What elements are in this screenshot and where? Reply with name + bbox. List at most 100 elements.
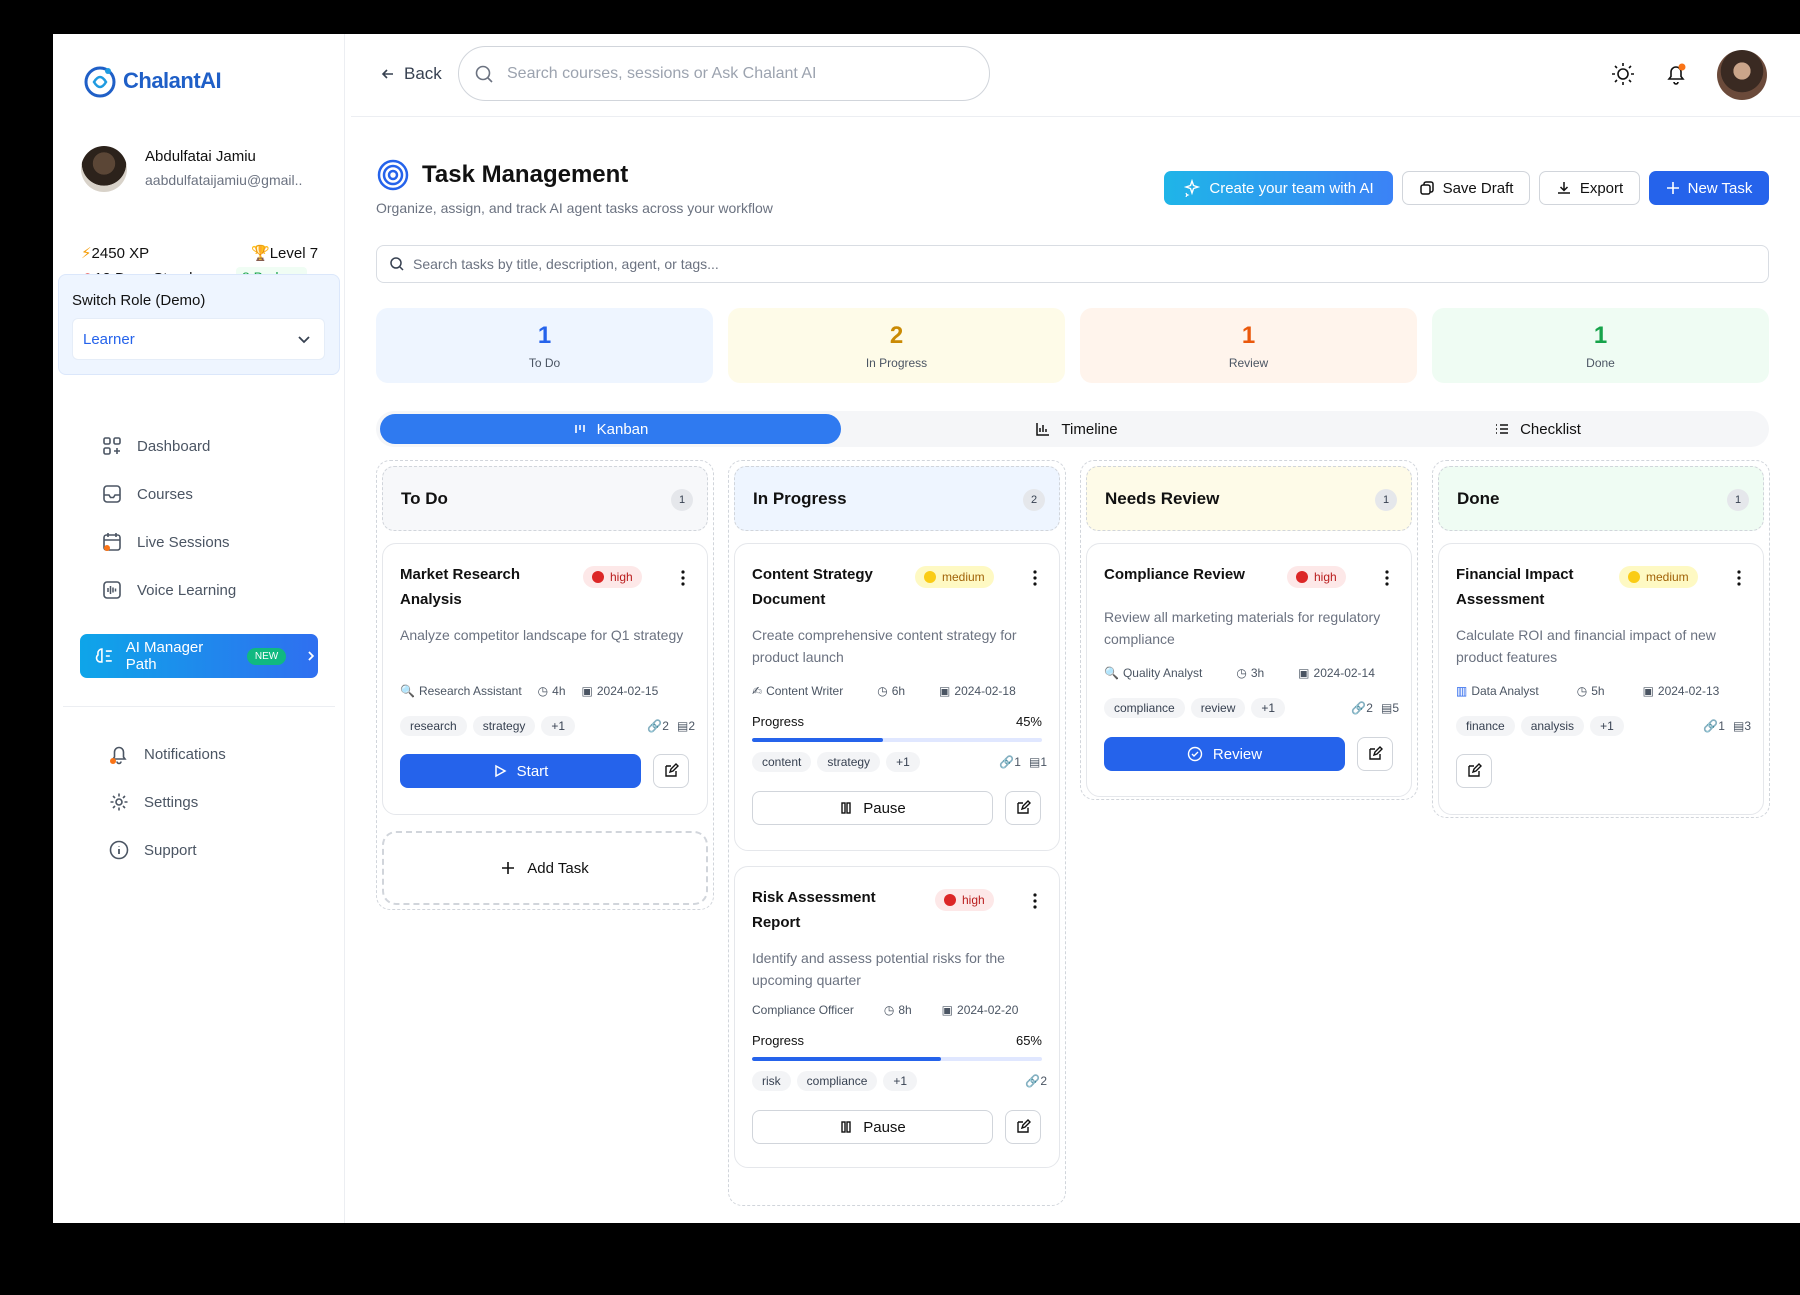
tag-more[interactable]: +1 [541,716,576,736]
edit-button[interactable] [653,754,689,788]
edit-button[interactable] [1357,737,1393,771]
edit-button[interactable] [1456,754,1492,788]
sidebar-item-notifications[interactable]: Notifications [83,734,333,774]
sidebar-item-courses[interactable]: Courses [83,474,333,514]
column-count: 2 [1023,489,1045,511]
new-task-button[interactable]: New Task [1649,171,1769,205]
pen-icon: ✍ [752,684,763,698]
tab-timeline[interactable]: Timeline [846,414,1307,444]
more-vertical-icon[interactable] [681,570,685,586]
copy-icon [1419,181,1434,195]
sidebar-item-voice-learning[interactable]: Voice Learning [83,570,333,610]
export-button[interactable]: Export [1539,171,1640,205]
task-duration: ◷ 8h [884,1003,912,1017]
task-card-risk-assessment[interactable]: Risk Assessment Report high Identify and… [734,866,1060,1168]
more-vertical-icon[interactable] [1033,570,1037,586]
start-button[interactable]: Start [400,754,641,788]
sidebar-item-label: AI Manager Path [125,639,204,673]
tag[interactable]: content [752,752,812,772]
task-date: ▣ 2024-02-15 [582,684,659,698]
more-vertical-icon[interactable] [1033,893,1037,909]
tag[interactable]: finance [1456,716,1515,736]
file-icon: ▤ [676,719,689,733]
tag[interactable]: compliance [796,1071,878,1091]
tag[interactable]: analysis [1520,716,1585,736]
search-icon [390,257,404,271]
save-draft-button[interactable]: Save Draft [1402,171,1530,205]
tab-checklist[interactable]: Checklist [1307,414,1768,444]
sidebar-item-support[interactable]: Support [83,830,333,870]
tag[interactable]: review [1190,698,1246,718]
page-header: Task Management [376,158,628,192]
pause-icon [841,802,851,814]
global-search-input[interactable]: Search courses, sessions or Ask Chalant … [458,46,990,101]
tag[interactable]: compliance [1104,698,1185,718]
date-label: 2024-02-13 [1657,684,1720,698]
sidebar-item-dashboard[interactable]: Dashboard [83,426,333,466]
task-meta: 🔍 Research Assistant ◷ 4h ▣ 2024-02-15 [400,684,695,698]
task-card-financial-impact[interactable]: Financial Impact Assessment medium Calcu… [1438,543,1764,815]
grid-icon [103,437,121,455]
tag-more[interactable]: +1 [1590,716,1624,736]
add-task-button[interactable]: Add Task [382,831,708,905]
progress-label: Progress [752,714,805,729]
agent-label: Research Assistant [418,684,522,698]
link-icon: 🔗 [1703,719,1719,733]
back-button[interactable]: Back [380,64,442,84]
task-title: Risk Assessment Report [752,889,876,931]
task-agent: 🔍 Research Assistant [400,684,522,698]
sidebar-divider [63,706,335,707]
tag[interactable]: risk [752,1071,791,1091]
task-card-compliance-review[interactable]: Compliance Review high Review all market… [1086,543,1412,797]
priority-badge: medium [915,566,994,588]
task-agent: ▥ Data Analyst [1456,684,1539,698]
level-stat: 🏆Level 7 [251,244,318,262]
column-title: To Do [401,488,448,508]
edit-button[interactable] [1005,1110,1041,1144]
review-label: Review [1212,745,1263,763]
priority-label: high [610,570,633,584]
review-button[interactable]: Review [1104,737,1345,771]
tab-kanban[interactable]: Kanban [380,414,841,444]
progress-value: 65% [1015,1033,1042,1048]
task-title: Market Research Analysis [400,566,521,608]
edit-button[interactable] [1005,791,1041,825]
gear-icon [110,793,128,811]
column-count: 1 [671,489,693,511]
priority-badge: high [1287,566,1346,588]
tag-more[interactable]: +1 [1251,698,1286,718]
create-team-ai-button[interactable]: Create your team with AI [1164,171,1393,205]
task-date: ▣ 2024-02-20 [942,1003,1019,1017]
task-meta: ▥ Data Analyst ◷ 5h ▣ 2024-02-13 [1456,684,1751,698]
sidebar-item-label: Courses [137,485,193,503]
column-title: Needs Review [1105,488,1220,508]
notification-bell-icon[interactable] [1663,61,1689,87]
avatar[interactable] [81,146,127,192]
tag[interactable]: strategy [817,752,881,772]
sidebar-item-ai-manager-path[interactable]: AI Manager Path NEW [80,634,318,678]
sidebar-item-live-sessions[interactable]: Live Sessions [83,522,333,562]
user-avatar[interactable] [1717,50,1767,100]
role-select[interactable]: Learner [72,318,325,360]
tag[interactable]: research [400,716,467,736]
task-date: ▣ 2024-02-14 [1298,666,1375,680]
tag-more[interactable]: +1 [883,1071,918,1091]
tag[interactable]: strategy [472,716,536,736]
task-tags: finance analysis +1 🔗1 ▤3 [1456,716,1751,736]
stat-todo: 1 To Do [376,308,713,383]
more-vertical-icon[interactable] [1385,570,1389,586]
task-card-market-research[interactable]: Market Research Analysis high Analyze co… [382,543,708,815]
new-task-label: New Task [1687,179,1753,197]
task-search-input[interactable]: Search tasks by title, description, agen… [376,245,1769,283]
sun-icon[interactable] [1610,61,1636,87]
file-count-value: 3 [1744,719,1751,733]
user-name: Abdulfatai Jamiu [145,148,256,165]
magnifier-icon: 🔍 [1104,666,1119,680]
brand-logo[interactable]: ChalantAI [81,62,222,100]
sidebar-item-settings[interactable]: Settings [83,782,333,822]
pause-button[interactable]: Pause [752,791,993,825]
tag-more[interactable]: +1 [886,752,920,772]
pause-button[interactable]: Pause [752,1110,993,1144]
more-vertical-icon[interactable] [1737,570,1741,586]
task-card-content-strategy[interactable]: Content Strategy Document medium Create … [734,543,1060,851]
